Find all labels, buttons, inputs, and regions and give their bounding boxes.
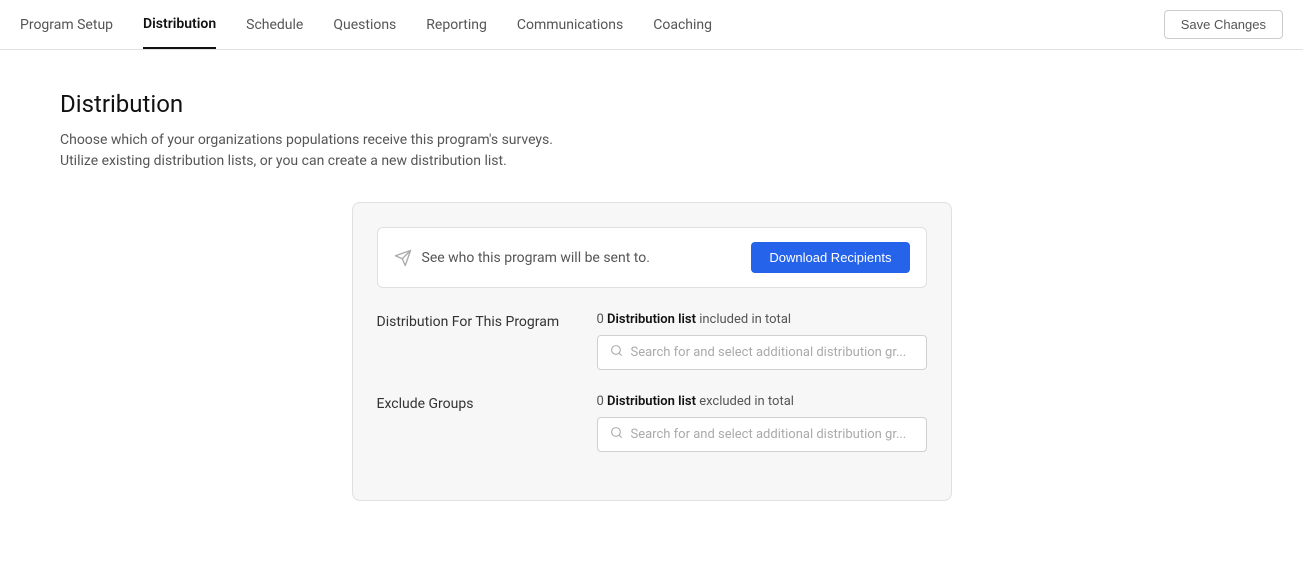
page-title: Distribution — [60, 90, 1243, 118]
exclude-search-wrapper[interactable]: Search for and select additional distrib… — [597, 417, 927, 452]
nav-item-distribution[interactable]: Distribution — [143, 1, 216, 49]
save-changes-button[interactable]: Save Changes — [1164, 10, 1283, 39]
top-nav: Program Setup Distribution Schedule Ques… — [0, 0, 1303, 50]
main-content: Distribution Choose which of your organi… — [0, 50, 1303, 541]
exclude-count-text: 0 Distribution list excluded in total — [597, 394, 927, 409]
send-icon — [394, 249, 412, 267]
distribution-count-prefix: 0 — [597, 312, 604, 327]
search-icon-distribution — [610, 344, 623, 361]
exclude-count-prefix: 0 — [597, 394, 604, 409]
exclude-groups-section: Exclude Groups 0 Distribution list exclu… — [377, 394, 927, 452]
search-icon-exclude — [610, 426, 623, 443]
exclude-groups-label: Exclude Groups — [377, 394, 577, 452]
download-recipients-button[interactable]: Download Recipients — [751, 242, 909, 273]
distribution-for-program-label: Distribution For This Program — [377, 312, 577, 370]
distribution-for-program-right: 0 Distribution list included in total Se… — [597, 312, 927, 370]
distribution-count-text: 0 Distribution list included in total — [597, 312, 927, 327]
nav-item-schedule[interactable]: Schedule — [246, 2, 303, 48]
nav-item-reporting[interactable]: Reporting — [426, 2, 487, 48]
distribution-for-program-section: Distribution For This Program 0 Distribu… — [377, 312, 927, 370]
description-line2: Utilize existing distribution lists, or … — [60, 153, 507, 169]
exclude-count-suffix: excluded in total — [699, 394, 794, 409]
nav-item-coaching[interactable]: Coaching — [653, 2, 712, 48]
distribution-count-suffix: included in total — [699, 312, 791, 327]
recipients-description: See who this program will be sent to. — [422, 250, 752, 266]
nav-item-questions[interactable]: Questions — [333, 2, 396, 48]
exclude-search-placeholder: Search for and select additional distrib… — [631, 427, 907, 442]
nav-items: Program Setup Distribution Schedule Ques… — [20, 1, 1164, 49]
exclude-groups-right: 0 Distribution list excluded in total Se… — [597, 394, 927, 452]
distribution-search-placeholder: Search for and select additional distrib… — [631, 345, 907, 360]
recipients-row: See who this program will be sent to. Do… — [377, 227, 927, 288]
description-line1: Choose which of your organizations popul… — [60, 132, 553, 148]
distribution-card: See who this program will be sent to. Do… — [352, 202, 952, 501]
page-description: Choose which of your organizations popul… — [60, 130, 1243, 172]
distribution-count-middle: Distribution list — [607, 312, 696, 327]
nav-item-communications[interactable]: Communications — [517, 2, 623, 48]
distribution-search-wrapper[interactable]: Search for and select additional distrib… — [597, 335, 927, 370]
exclude-count-middle: Distribution list — [607, 394, 696, 409]
nav-item-program-setup[interactable]: Program Setup — [20, 2, 113, 48]
